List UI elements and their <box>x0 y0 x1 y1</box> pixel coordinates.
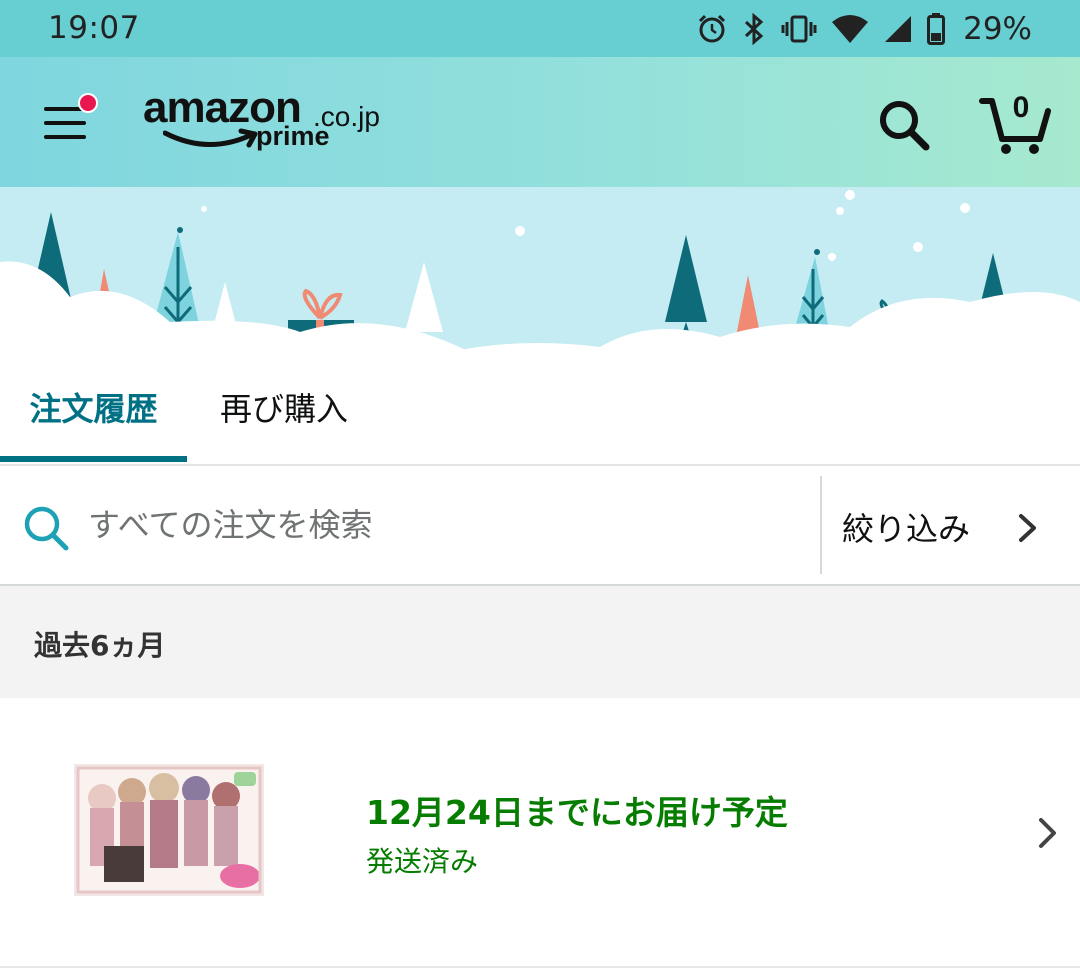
delivery-estimate: 12月24日までにお届け予定 <box>366 793 788 832</box>
order-tabs: 注文履歴 再び購入 <box>0 352 1080 466</box>
winter-scene-illustration <box>0 190 1080 352</box>
amazon-prime-logo[interactable]: amazon .co.jp prime <box>143 83 383 163</box>
tab-order-history[interactable]: 注文履歴 <box>0 352 187 462</box>
order-search-row: 絞り込み <box>0 466 1080 586</box>
search-icon <box>24 506 69 551</box>
status-icons: 29% <box>697 8 1032 50</box>
chevron-right-icon <box>1039 818 1056 848</box>
menu-button[interactable] <box>42 93 102 149</box>
section-title: 過去6ヵ月 <box>34 629 166 662</box>
section-header: 過去6ヵ月 <box>0 586 1080 698</box>
holiday-banner <box>0 187 1080 352</box>
cart-count: 0 <box>1012 91 1030 124</box>
alarm-icon <box>699 14 726 43</box>
logo-prime: prime <box>256 121 330 151</box>
filter-button[interactable]: 絞り込み <box>822 466 1080 584</box>
order-search-input[interactable] <box>88 496 788 554</box>
status-time: 19:07 <box>48 10 140 46</box>
shipping-status: 発送済み <box>366 845 479 878</box>
filter-label: 絞り込み <box>842 510 971 548</box>
tab-buy-again-label: 再び購入 <box>220 390 349 428</box>
search-icon <box>880 101 930 151</box>
product-thumbnail <box>74 764 264 896</box>
cart-button[interactable]: 0 <box>978 91 1054 157</box>
notification-dot <box>78 93 98 113</box>
tab-order-history-label: 注文履歴 <box>29 390 158 428</box>
battery-icon <box>927 13 946 45</box>
vibrate-icon <box>781 15 817 43</box>
header-search-button[interactable] <box>874 95 934 155</box>
tab-buy-again[interactable]: 再び購入 <box>220 352 348 462</box>
battery-percent: 29% <box>963 11 1032 47</box>
status-bar: 19:07 29% <box>0 0 1080 57</box>
chevron-right-icon <box>1019 514 1036 542</box>
app-header: amazon .co.jp prime 0 <box>0 57 1080 187</box>
smile-arrow-icon <box>163 128 258 148</box>
cell-signal-icon <box>885 16 912 42</box>
order-list-item[interactable]: 12月24日までにお届け予定 発送済み <box>0 698 1080 968</box>
active-tab-indicator <box>0 456 187 462</box>
bluetooth-icon <box>745 13 764 45</box>
wifi-icon <box>832 15 869 43</box>
